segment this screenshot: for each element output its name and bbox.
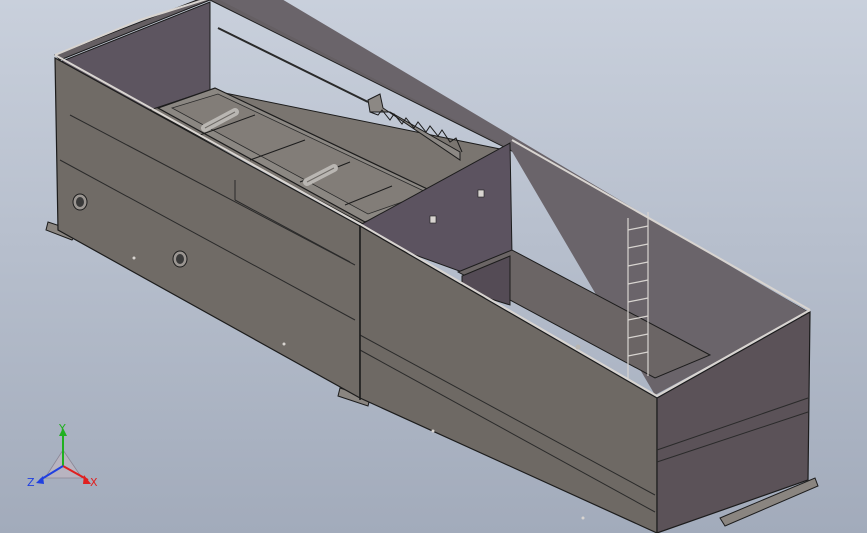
bolt-hole-1	[132, 256, 136, 260]
bolt-hole-3	[431, 429, 435, 433]
pipe-port-2	[172, 250, 188, 268]
triad-x-label: X	[90, 476, 98, 489]
triad-y-label: Y	[58, 422, 66, 435]
pipe-port-1	[72, 193, 88, 211]
graphics-viewport[interactable]: Y X Z	[0, 0, 867, 533]
model-view[interactable]: Y X Z	[0, 0, 867, 533]
bolt-hole-4	[581, 516, 585, 520]
triad-z-arrow	[36, 476, 44, 484]
partition-slot-1	[429, 215, 437, 224]
coordinate-triad[interactable]: Y X Z	[27, 422, 98, 489]
bolt-hole-5	[575, 344, 581, 350]
triad-z-label: Z	[27, 476, 35, 489]
bolt-hole-2	[282, 342, 286, 346]
partition-slot-2	[477, 189, 485, 198]
